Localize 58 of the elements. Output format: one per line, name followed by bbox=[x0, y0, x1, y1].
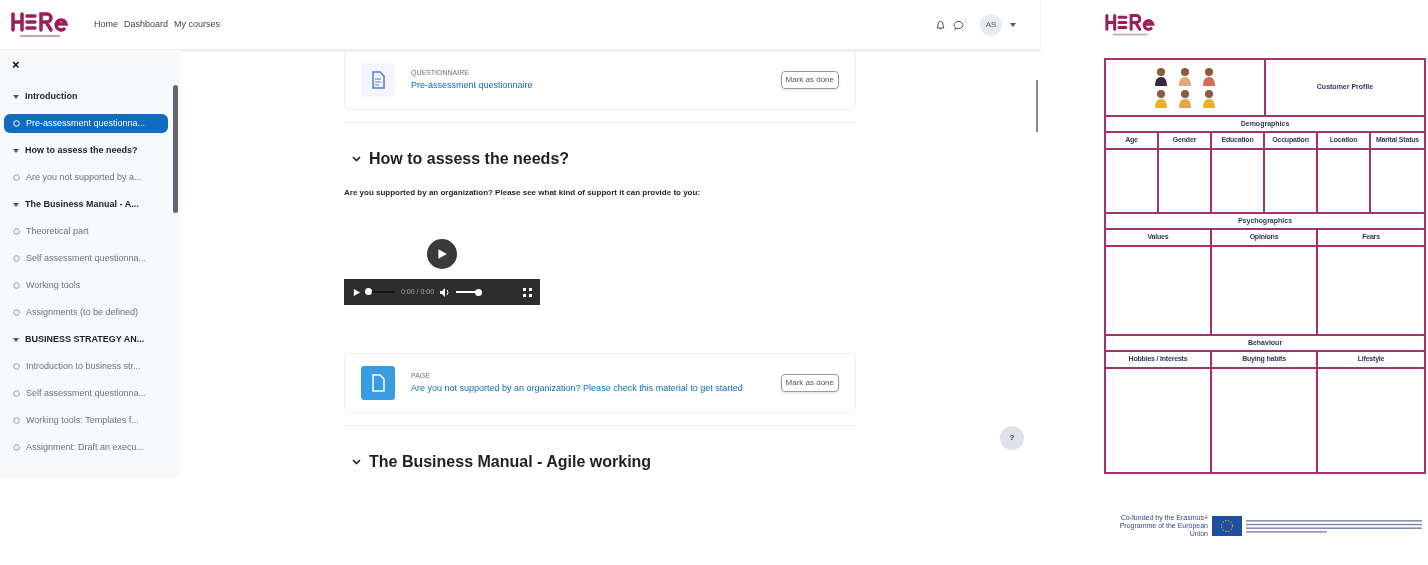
caret-icon bbox=[13, 337, 19, 342]
activity-link[interactable]: Pre-assessment questionnaire bbox=[411, 78, 765, 92]
nav-link[interactable]: Dashboard bbox=[124, 17, 169, 32]
circle-icon bbox=[13, 363, 20, 370]
user-avatar[interactable]: AS bbox=[980, 13, 1002, 36]
chevron-icon[interactable] bbox=[352, 156, 361, 162]
caret-icon bbox=[13, 148, 19, 153]
activity-link[interactable]: Introduction to business str... bbox=[4, 357, 168, 376]
caret-icon[interactable] bbox=[1010, 22, 1016, 27]
nav-link[interactable]: Home bbox=[94, 17, 118, 32]
volume-thumb[interactable] bbox=[475, 288, 483, 296]
play-icon[interactable] bbox=[436, 248, 448, 260]
progress-thumb[interactable] bbox=[365, 288, 373, 295]
circle-icon bbox=[13, 444, 20, 451]
document-icon bbox=[361, 366, 395, 400]
scrollbar[interactable] bbox=[173, 85, 178, 213]
fullscreen-icon[interactable] bbox=[523, 287, 532, 297]
play-icon[interactable] bbox=[352, 287, 361, 297]
section-description: Are you supported by an organization? Please see what kind of support it can provide to you: bbox=[344, 187, 702, 199]
activity-link[interactable]: Working tools bbox=[4, 276, 168, 295]
play-button[interactable] bbox=[427, 239, 457, 269]
help-button[interactable]: ? bbox=[1000, 426, 1024, 450]
activity-link[interactable]: Self assessment questionna... bbox=[4, 384, 168, 403]
section-link[interactable]: BUSINESS STRATEGY AN... bbox=[4, 330, 168, 349]
activity-link[interactable]: Are you not supported by a... bbox=[4, 168, 168, 187]
section-heading: The Business Manual - Agile working bbox=[369, 452, 652, 472]
circle-icon bbox=[13, 417, 20, 424]
caret-icon bbox=[13, 94, 19, 99]
chevron-icon[interactable] bbox=[352, 459, 361, 465]
circle-icon bbox=[13, 174, 20, 181]
circle-icon bbox=[13, 228, 20, 235]
circle-icon bbox=[13, 309, 20, 316]
activity-link[interactable]: Assignment: Draft an execu... bbox=[4, 438, 168, 457]
section-link[interactable]: How to assess the needs? bbox=[4, 141, 168, 160]
circle-icon bbox=[13, 255, 20, 262]
activity-link[interactable]: Are you not supported by an organization? Please check this material to get started bbox=[411, 381, 765, 395]
activity-link[interactable]: Self assessment questionna... bbox=[4, 249, 168, 268]
mark-as-done-button[interactable]: Mark as done bbox=[780, 71, 839, 89]
volume-icon[interactable] bbox=[440, 287, 451, 297]
circle-icon bbox=[13, 120, 20, 127]
section-heading: How to assess the needs? bbox=[369, 149, 570, 169]
section-link[interactable]: The Business Manual - A... bbox=[4, 195, 168, 214]
activity-link[interactable]: Theoretical part bbox=[4, 222, 168, 241]
caret-icon bbox=[13, 202, 19, 207]
bell-icon[interactable] bbox=[936, 19, 945, 30]
eu-flag-icon bbox=[1212, 516, 1242, 536]
chat-icon[interactable] bbox=[953, 19, 964, 30]
scrollbar[interactable] bbox=[1036, 80, 1038, 132]
activity-link[interactable]: Working tools: Templates f... bbox=[4, 411, 168, 430]
mark-as-done-button[interactable]: Mark as done bbox=[780, 374, 839, 392]
nav-link[interactable]: My courses bbox=[174, 17, 221, 32]
section-link[interactable]: Introduction bbox=[4, 87, 168, 106]
activity-link[interactable]: Pre-assessment questionna... bbox=[4, 114, 168, 133]
questionnaire-icon bbox=[361, 63, 395, 97]
close-button[interactable]: × bbox=[12, 58, 20, 71]
activity-link[interactable]: Assignments (to be defined) bbox=[4, 303, 168, 322]
circle-icon bbox=[13, 282, 20, 289]
circle-icon bbox=[13, 390, 20, 397]
